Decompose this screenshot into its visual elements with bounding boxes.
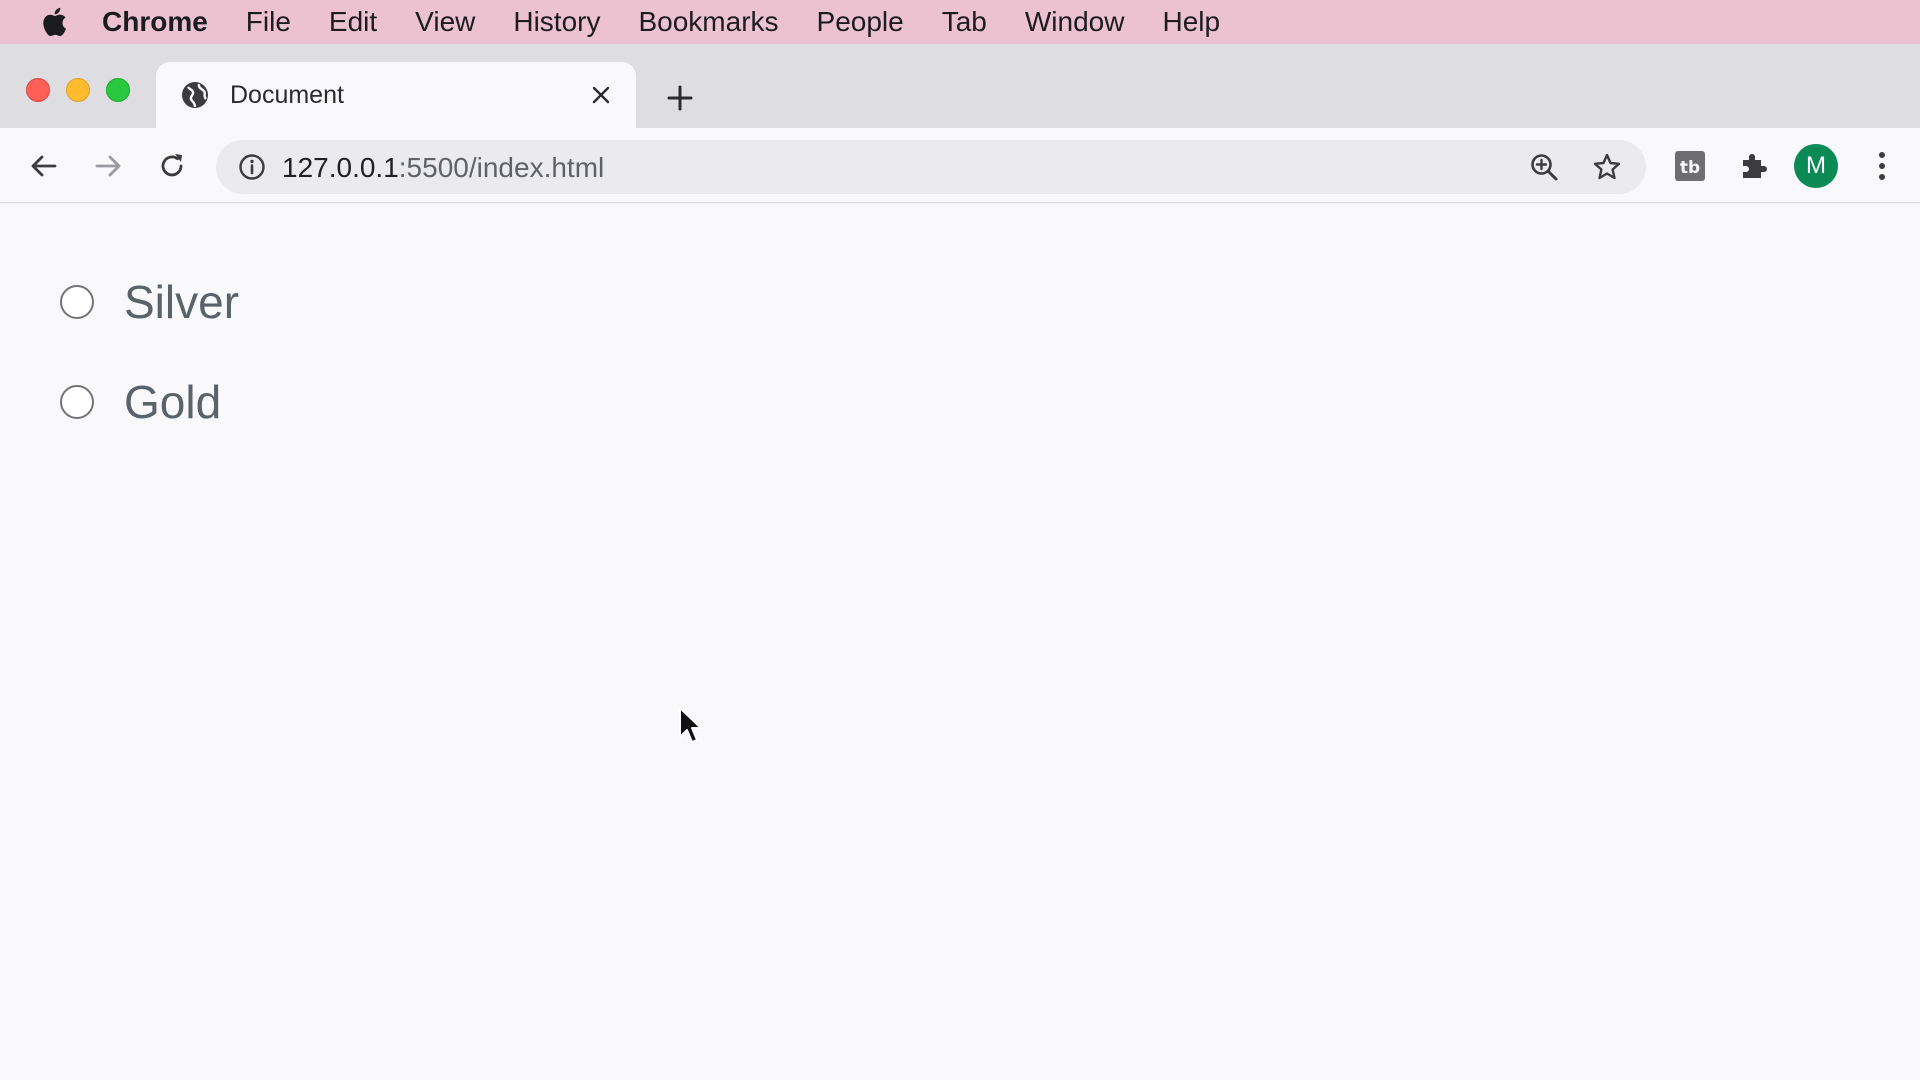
zoom-icon[interactable]	[1526, 149, 1562, 185]
more-vert-icon[interactable]	[1862, 146, 1902, 186]
tab-strip: Document	[0, 44, 1920, 128]
close-window-button[interactable]	[26, 78, 50, 102]
reload-icon[interactable]	[152, 146, 192, 186]
page-content: Silver Gold	[0, 203, 1920, 1080]
menu-bar: Chrome File Edit View History Bookmarks …	[0, 0, 1920, 44]
puzzle-extensions-icon[interactable]	[1734, 146, 1774, 186]
radio-button-silver[interactable]	[60, 285, 94, 319]
url-path: :5500/index.html	[398, 152, 605, 183]
menu-edit[interactable]: Edit	[329, 6, 377, 38]
address-bar[interactable]: 127.0.0.1:5500/index.html	[216, 140, 1646, 194]
radio-button-gold[interactable]	[60, 385, 94, 419]
radio-option-gold[interactable]: Gold	[60, 375, 221, 429]
menu-tab[interactable]: Tab	[942, 6, 987, 38]
profile-avatar[interactable]: M	[1794, 144, 1838, 188]
new-tab-button[interactable]	[662, 80, 698, 116]
browser-toolbar: 127.0.0.1:5500/index.html tb M	[0, 128, 1920, 203]
svg-text:tb: tb	[1680, 158, 1700, 178]
menu-file[interactable]: File	[246, 6, 291, 38]
menu-bookmarks[interactable]: Bookmarks	[638, 6, 778, 38]
extension-tb-icon[interactable]: tb	[1670, 146, 1710, 186]
apple-icon[interactable]	[32, 0, 76, 44]
menu-history[interactable]: History	[513, 6, 600, 38]
zoom-window-button[interactable]	[106, 78, 130, 102]
tab-document[interactable]: Document	[156, 62, 636, 128]
forward-arrow-icon[interactable]	[88, 146, 128, 186]
close-icon[interactable]	[586, 80, 616, 110]
minimize-window-button[interactable]	[66, 78, 90, 102]
back-arrow-icon[interactable]	[24, 146, 64, 186]
tab-title: Document	[230, 80, 344, 109]
menu-view[interactable]: View	[415, 6, 475, 38]
menu-app-name[interactable]: Chrome	[102, 6, 208, 38]
url-text: 127.0.0.1:5500/index.html	[282, 152, 604, 184]
info-icon[interactable]	[236, 151, 268, 183]
radio-option-silver[interactable]: Silver	[60, 275, 239, 329]
menu-help[interactable]: Help	[1162, 6, 1220, 38]
url-host: 127.0.0.1	[282, 152, 399, 183]
menu-window[interactable]: Window	[1025, 6, 1125, 38]
bookmark-star-icon[interactable]	[1589, 149, 1625, 185]
menu-people[interactable]: People	[817, 6, 904, 38]
globe-icon	[180, 80, 210, 110]
radio-label-gold[interactable]: Gold	[124, 375, 221, 429]
mouse-pointer-icon	[678, 706, 704, 746]
radio-label-silver[interactable]: Silver	[124, 275, 239, 329]
